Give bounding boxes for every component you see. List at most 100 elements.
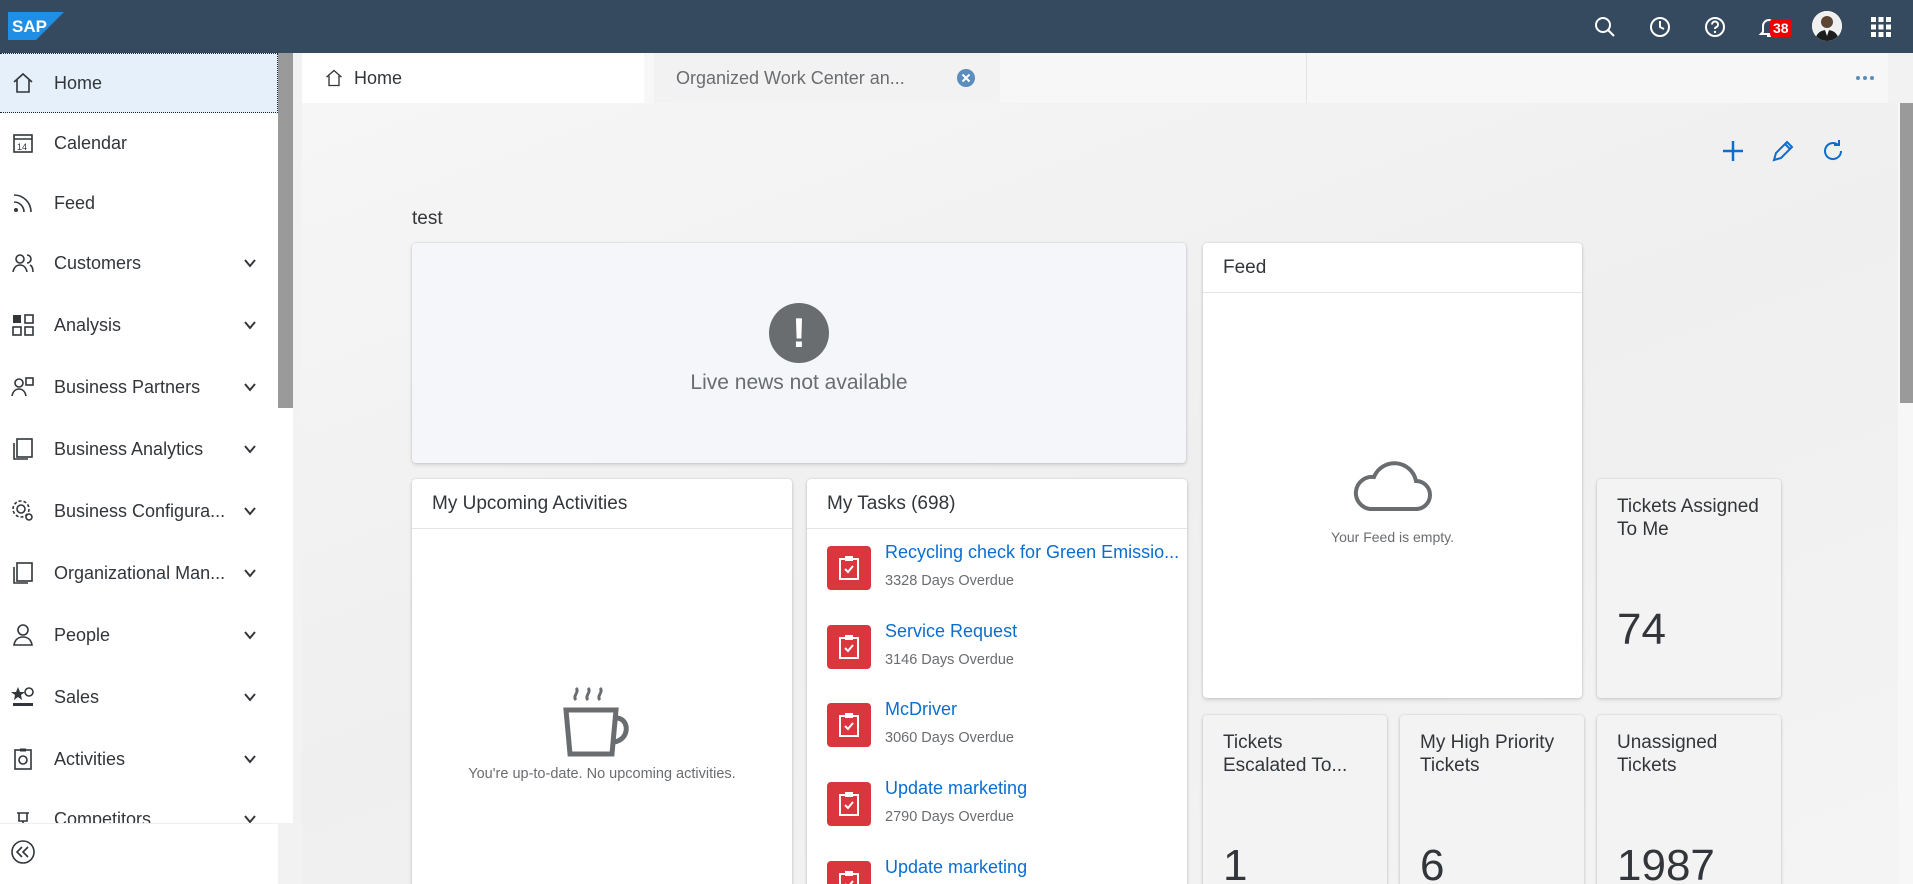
sidebar-item-sales[interactable]: Sales xyxy=(0,667,278,727)
kpi-value: 1 xyxy=(1223,841,1248,884)
content-scrollbar-thumb[interactable] xyxy=(1900,103,1913,403)
svg-text:SAP: SAP xyxy=(12,17,47,36)
sidebar-item-label: Activities xyxy=(54,748,126,769)
shell-bar: SAP 38 xyxy=(0,0,1913,53)
warning-icon: ! xyxy=(769,303,829,363)
sidebar-item-label: Feed xyxy=(54,192,96,213)
feed-tile[interactable]: Feed Your Feed is empty. xyxy=(1203,243,1582,698)
chevron-down-icon[interactable] xyxy=(242,751,258,767)
kpi-title: Tickets Escalated To... xyxy=(1223,732,1348,776)
sidebar-scrollbar[interactable] xyxy=(278,53,293,823)
more-tabs-icon[interactable] xyxy=(1850,69,1880,87)
sidebar-item-business-partners[interactable]: Business Partners xyxy=(0,357,278,417)
sales-icon xyxy=(10,684,36,710)
kpi-title: Unassigned Tickets xyxy=(1617,732,1718,776)
kpi-title: My High Priority Tickets xyxy=(1420,732,1555,776)
search-icon[interactable] xyxy=(1588,10,1622,44)
sidebar-item-label: Business Partners xyxy=(54,376,201,397)
collapse-sidebar-icon[interactable] xyxy=(8,837,38,867)
task-title[interactable]: Service Request xyxy=(885,621,1180,642)
edit-icon[interactable] xyxy=(1768,136,1798,166)
tab-organized-work-center[interactable]: Organized Work Center an... xyxy=(654,53,1000,103)
add-icon[interactable] xyxy=(1718,136,1748,166)
task-icon xyxy=(827,782,871,826)
task-overdue: 3328 Days Overdue xyxy=(885,573,1014,589)
list-item[interactable]: McDriver 3060 Days Overdue xyxy=(827,699,1177,769)
list-item[interactable]: Recycling check for Green Emissio... 332… xyxy=(827,542,1180,612)
history-icon[interactable] xyxy=(1643,10,1677,44)
list-item[interactable]: Service Request 3146 Days Overdue xyxy=(827,621,1177,691)
sidebar-footer xyxy=(0,823,278,884)
tab-label: Home xyxy=(354,67,403,88)
list-item[interactable]: Update marketing 2790 Days Overdue xyxy=(827,778,1177,848)
analysis-icon xyxy=(10,312,36,338)
tab-divider xyxy=(1306,53,1307,103)
sidebar-item-calendar[interactable]: 14 Calendar xyxy=(0,113,278,173)
chevron-down-icon[interactable] xyxy=(242,255,258,271)
kpi-value: 74 xyxy=(1617,605,1666,654)
upcoming-activities-tile[interactable]: My Upcoming Activities You're up-to-date… xyxy=(412,479,792,884)
list-item[interactable]: Update marketing xyxy=(827,857,1177,884)
sidebar-item-business-analytics[interactable]: Business Analytics xyxy=(0,419,278,479)
kpi-tile-tickets-assigned[interactable]: Tickets Assigned To Me 74 xyxy=(1597,479,1781,698)
sap-logo[interactable]: SAP xyxy=(8,12,64,40)
chevron-down-icon[interactable] xyxy=(242,689,258,705)
feed-empty-text: Your Feed is empty. xyxy=(1331,529,1454,545)
business-configuration-icon xyxy=(10,498,36,524)
sidebar-item-label: Analysis xyxy=(54,314,122,335)
task-title[interactable]: Update marketing xyxy=(885,857,1180,878)
sidebar-item-organizational-management[interactable]: Organizational Man... xyxy=(0,543,278,603)
kpi-title: Tickets Assigned To Me xyxy=(1617,496,1759,540)
refresh-icon[interactable] xyxy=(1818,136,1848,166)
chevron-down-icon[interactable] xyxy=(242,379,258,395)
task-title[interactable]: Recycling check for Green Emissio... xyxy=(885,542,1180,563)
sidebar-item-business-configuration[interactable]: Business Configura... xyxy=(0,481,278,541)
sidebar-item-label: Organizational Man... xyxy=(54,562,226,583)
kpi-value: 6 xyxy=(1420,841,1445,884)
tab-label: Organized Work Center an... xyxy=(676,67,905,88)
kpi-tile-high-priority[interactable]: My High Priority Tickets 6 xyxy=(1400,715,1584,884)
avatar[interactable] xyxy=(1812,11,1842,41)
feed-title: Feed xyxy=(1203,243,1582,293)
sidebar-item-feed[interactable]: Feed xyxy=(0,173,278,233)
content-scrollbar[interactable] xyxy=(1898,103,1913,884)
organizational-management-icon xyxy=(10,560,36,586)
activities-icon xyxy=(10,746,36,772)
task-icon xyxy=(827,546,871,590)
sidebar-item-label: Customers xyxy=(54,252,142,273)
kpi-tile-unassigned[interactable]: Unassigned Tickets 1987 xyxy=(1597,715,1781,884)
feed-icon xyxy=(10,190,36,216)
chevron-down-icon[interactable] xyxy=(242,627,258,643)
sidebar-item-analysis[interactable]: Analysis xyxy=(0,295,278,355)
sidebar-item-people[interactable]: People xyxy=(0,605,278,665)
home-icon xyxy=(10,70,36,96)
help-icon[interactable] xyxy=(1698,10,1732,44)
sidebar-item-customers[interactable]: Customers xyxy=(0,233,278,293)
task-overdue: 3060 Days Overdue xyxy=(885,730,1014,746)
activities-title: My Upcoming Activities xyxy=(412,479,792,529)
task-title[interactable]: McDriver xyxy=(885,699,1180,720)
kpi-value: 1987 xyxy=(1617,841,1715,884)
tab-home[interactable]: Home xyxy=(302,53,644,103)
chevron-down-icon[interactable] xyxy=(242,441,258,457)
bell-icon[interactable]: 38 xyxy=(1752,10,1792,44)
cloud-icon xyxy=(1353,461,1432,511)
activities-empty-text: You're up-to-date. No upcoming activitie… xyxy=(468,766,736,782)
chevron-down-icon[interactable] xyxy=(242,317,258,333)
kpi-tile-tickets-escalated[interactable]: Tickets Escalated To... 1 xyxy=(1203,715,1387,884)
my-tasks-tile[interactable]: My Tasks (698) Recycling check for Green… xyxy=(807,479,1187,884)
sidebar-item-home[interactable]: Home xyxy=(0,53,278,113)
close-tab-icon[interactable] xyxy=(956,68,976,88)
notification-badge: 38 xyxy=(1770,19,1792,37)
sidebar-item-activities[interactable]: Activities xyxy=(0,729,278,789)
chevron-down-icon[interactable] xyxy=(242,565,258,581)
group-title: test xyxy=(412,208,443,229)
chevron-down-icon[interactable] xyxy=(242,503,258,519)
task-overdue: 2790 Days Overdue xyxy=(885,809,1014,825)
sidebar-item-label: Business Configura... xyxy=(54,500,226,521)
news-tile[interactable]: ! Live news not available xyxy=(412,243,1186,463)
task-icon xyxy=(827,861,871,884)
app-grid-icon[interactable] xyxy=(1864,10,1898,44)
sidebar-scrollbar-thumb[interactable] xyxy=(278,53,293,408)
task-title[interactable]: Update marketing xyxy=(885,778,1180,799)
